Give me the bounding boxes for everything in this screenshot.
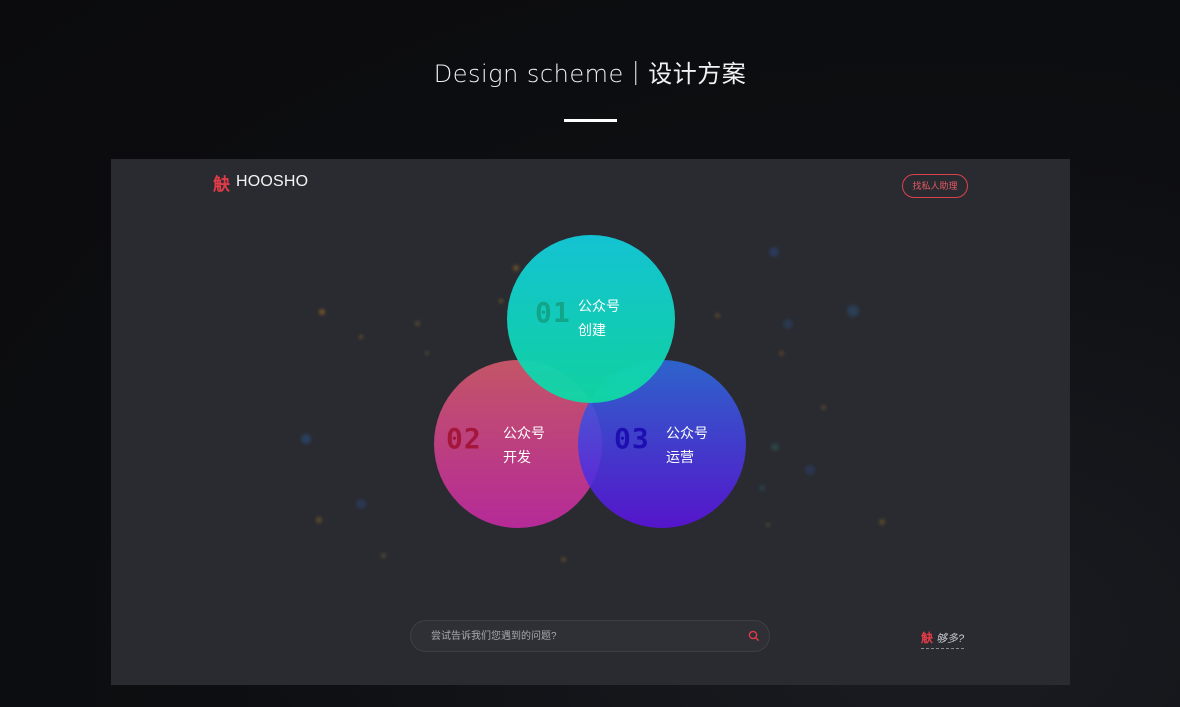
circle-label-line: 公众号 bbox=[578, 298, 620, 314]
circle-number-03: 03 bbox=[614, 422, 650, 455]
circle-label-creation: 公众号 创建 bbox=[578, 294, 620, 342]
circle-label-line: 开发 bbox=[503, 449, 531, 465]
circle-label-line: 创建 bbox=[578, 322, 606, 338]
footer-brand-mark: 觖 bbox=[921, 631, 934, 645]
venn-diagram: 01 公众号 创建 02 公众号 开发 03 公众号 运营 bbox=[111, 159, 1070, 685]
search-bar bbox=[410, 620, 770, 652]
circle-label-line: 运营 bbox=[666, 449, 694, 465]
title-underline bbox=[564, 119, 617, 122]
website-mockup: 觖 HOOSHO 找私人助理 01 公众号 创建 02 公众号 开发 03 公众… bbox=[111, 159, 1070, 685]
circle-number-01: 01 bbox=[535, 296, 571, 329]
footer-brand-text: 够多? bbox=[936, 632, 965, 645]
search-input[interactable] bbox=[431, 621, 731, 651]
circle-label-line: 公众号 bbox=[503, 425, 545, 441]
circle-label-development: 公众号 开发 bbox=[503, 421, 545, 469]
circle-number-02: 02 bbox=[446, 422, 482, 455]
circle-label-line: 公众号 bbox=[666, 425, 708, 441]
page-title: Design scheme｜设计方案 bbox=[433, 60, 747, 88]
circle-label-operation: 公众号 运营 bbox=[666, 421, 708, 469]
search-icon[interactable] bbox=[747, 629, 761, 643]
footer-brand[interactable]: 觖 够多? bbox=[921, 629, 965, 649]
